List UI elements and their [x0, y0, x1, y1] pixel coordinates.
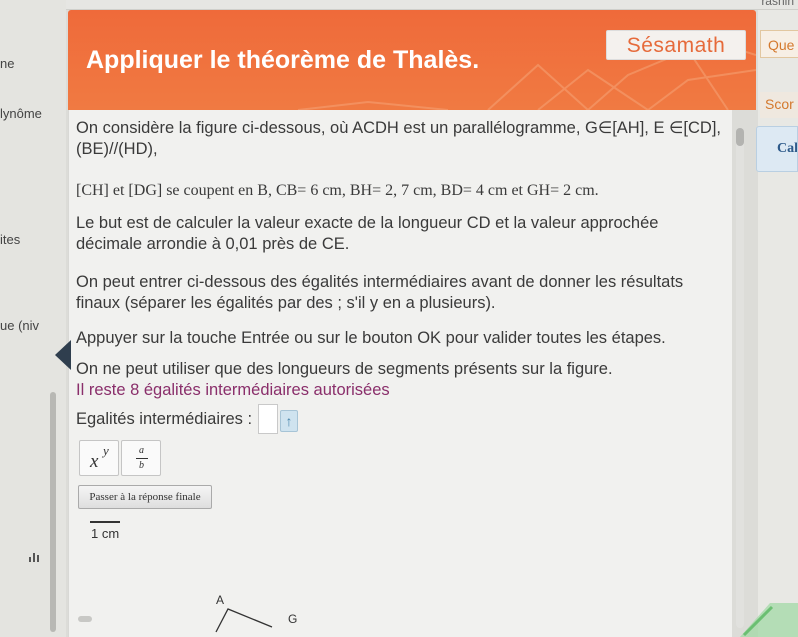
skip-to-final-answer-button[interactable]: Passer à la réponse finale — [78, 485, 212, 509]
intro-text-line1: On considère la figure ci-dessous, où AC… — [76, 119, 722, 137]
sidebar-item-1[interactable]: ne — [0, 56, 14, 71]
validate-instruction: Appuyer sur la touche Entrée ou sur le b… — [76, 329, 666, 347]
bar-chart-icon — [29, 553, 39, 562]
fraction-numerator: a — [139, 445, 144, 456]
point-label-g: G — [288, 612, 298, 626]
intermediate-input[interactable] — [258, 404, 278, 434]
sidebar-item-2[interactable]: lynôme — [0, 106, 42, 121]
intro-text-line2: (BE)//(HD), — [76, 140, 158, 158]
fraction-button[interactable]: a b — [121, 440, 161, 476]
goal-text-line1: Le but est de calculer la valeur exacte … — [76, 214, 659, 232]
data-text: [CH] et [DG] se coupent en B, CB= 6 cm, … — [76, 182, 599, 199]
remaining-steps-note: Il reste 8 égalités intermédiaires autor… — [76, 381, 390, 399]
power-base: x — [90, 451, 99, 472]
power-button[interactable]: x y — [79, 440, 119, 476]
sidebar-scrollbar[interactable] — [50, 392, 56, 632]
instruction-text-line2: finaux (séparer les égalités par des ; s… — [76, 294, 496, 312]
point-label-a: A — [216, 593, 225, 607]
submit-arrow-button[interactable]: ↑ — [280, 410, 298, 432]
scale-indicator: 1 cm — [88, 516, 122, 541]
score-label: Scor — [760, 92, 798, 118]
sesamath-logo: Sésamath — [606, 30, 746, 60]
constraint-text: On ne peut utiliser que des longueurs de… — [76, 360, 613, 378]
left-sidebar: ne lynôme ites ue (niv — [0, 0, 66, 637]
calculator-button[interactable]: Cal — [756, 126, 798, 172]
fraction-bar — [136, 458, 148, 459]
resize-handle[interactable] — [78, 616, 92, 622]
scale-label: 1 cm — [91, 526, 120, 541]
instruction-text-line1: On peut entrer ci-dessous des égalités i… — [76, 273, 684, 291]
scale-line — [90, 521, 120, 523]
goal-text-line2: décimale arrondie à 0,01 près de CE. — [76, 235, 350, 253]
top-right-label: rasnin — [761, 0, 794, 8]
questions-tab[interactable]: Que — [760, 30, 798, 58]
page-title: Appliquer le théorème de Thalès. — [86, 46, 480, 74]
sidebar-item-4[interactable]: ue (niv — [0, 318, 39, 333]
sidebar-item-3[interactable]: ites — [0, 232, 20, 247]
exercise-banner: Appliquer le théorème de Thalès. Sésamat… — [68, 10, 756, 110]
top-strip: rasnin — [66, 0, 798, 10]
power-exponent: y — [103, 443, 109, 458]
pointer-arrow-icon — [55, 340, 71, 370]
scrollbar-thumb[interactable] — [736, 128, 744, 146]
content-scrollbar[interactable] — [736, 128, 744, 628]
intermediate-label: Egalités intermédiaires : — [76, 410, 253, 428]
fraction-denominator: b — [139, 460, 144, 471]
